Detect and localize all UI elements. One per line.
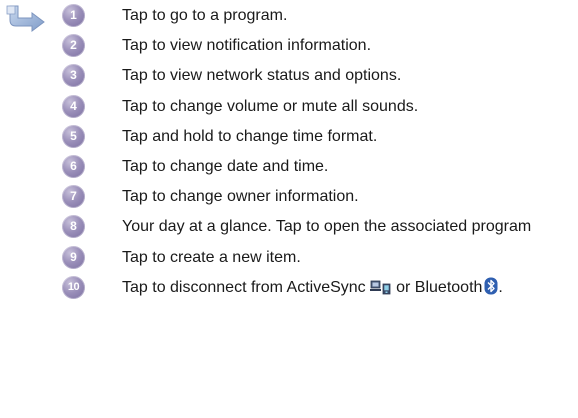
list-item: 9 Tap to create a new item.: [62, 245, 572, 271]
step-text: Tap to view notification information.: [122, 37, 372, 55]
step-number-badge: 1: [62, 4, 85, 27]
activesync-icon: [369, 280, 391, 295]
pointer-arrow-icon: [6, 5, 45, 32]
step-number-badge: 8: [62, 215, 85, 239]
list-item: 8 Your day at a glance. Tap to open the …: [62, 215, 572, 240]
step-text: Tap to view network status and options.: [122, 67, 402, 85]
step-number-badge: 6: [62, 154, 85, 178]
step-text: Tap to change date and time.: [122, 157, 329, 175]
bluetooth-icon: [484, 277, 498, 295]
step-text: Tap to change volume or mute all sounds.: [122, 97, 419, 115]
step-text: Tap to create a new item.: [122, 248, 301, 266]
list-item: 1 Tap to go to a program.: [62, 4, 572, 29]
step-text: Tap and hold to change time format.: [122, 127, 378, 145]
list-item: 3 Tap to view network status and options…: [62, 64, 572, 89]
step-text: Tap to go to a program.: [122, 7, 288, 24]
step-text: Tap to disconnect from ActiveSync or Blu…: [122, 274, 552, 301]
step-number-badge: 5: [62, 124, 85, 148]
list-item: 2 Tap to view notification information.: [62, 34, 572, 59]
step-text-part: Tap to disconnect from ActiveSync: [122, 278, 366, 296]
step-number-badge: 7: [62, 185, 85, 209]
list-item: 7 Tap to change owner information.: [62, 185, 572, 210]
step-text: Your day at a glance. Tap to open the as…: [122, 218, 532, 236]
step-text-part: or Bluetooth: [396, 278, 483, 296]
step-number-badge: 3: [62, 64, 85, 88]
step-text: Tap to change owner information.: [122, 188, 359, 206]
step-number-badge: 10: [62, 275, 85, 299]
step-number-badge: 4: [62, 94, 85, 118]
list-item: 6 Tap to change date and time.: [62, 154, 572, 180]
step-number-badge: 2: [62, 34, 85, 58]
list-item: 4 Tap to change volume or mute all sound…: [62, 94, 572, 120]
step-text-part: .: [498, 278, 503, 296]
list-item: 10 Tap to disconnect from ActiveSync or …: [62, 274, 572, 301]
instruction-list: 1 Tap to go to a program. 2 Tap to view …: [62, 4, 572, 306]
list-item: 5 Tap and hold to change time format.: [62, 124, 572, 150]
step-number-badge: 9: [62, 245, 85, 269]
